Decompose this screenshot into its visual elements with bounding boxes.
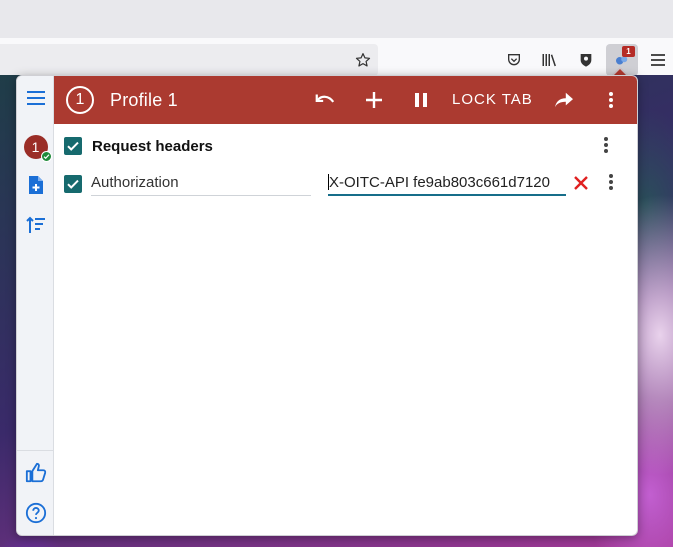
profile-title[interactable]: Profile 1 [110,90,178,111]
header-value-field[interactable]: X-OITC-API fe9ab803c661d7120 [328,172,566,196]
share-icon[interactable] [549,86,579,114]
profile-number: 1 [31,139,40,155]
menu-icon[interactable] [17,82,54,114]
sidebar-divider [17,450,54,451]
add-profile-icon[interactable] [17,169,54,201]
extension-popup: 1 1 Profile 1 LOCK TAB Request headers A… [16,75,638,536]
pause-icon[interactable] [406,86,436,114]
section-more-icon[interactable] [596,134,616,156]
add-icon[interactable] [359,86,389,114]
shield-extension-icon[interactable] [571,46,601,74]
library-icon[interactable] [535,46,565,74]
profile-number-badge[interactable]: 1 [66,86,94,114]
request-headers-checkbox[interactable] [64,137,82,155]
undo-icon[interactable] [310,86,340,114]
active-check-icon [40,151,52,162]
delete-row-icon[interactable] [569,171,593,195]
header-value-text: X-OITC-API fe9ab803c661d7120 [329,174,550,191]
extension-badge: 1 [622,46,635,57]
bookmark-star-icon[interactable] [348,46,378,74]
sort-icon[interactable] [17,209,54,241]
request-headers-label: Request headers [92,138,213,155]
profile-avatar: 1 [23,135,52,162]
header-row-checkbox[interactable] [64,175,82,193]
lock-tab-button[interactable]: LOCK TAB [452,91,533,108]
row-more-icon[interactable] [601,171,621,193]
help-icon[interactable] [17,497,54,529]
pocket-icon[interactable] [499,46,529,74]
sidebar-profile-1[interactable]: 1 [17,131,54,163]
header-name-field[interactable]: Authorization [91,172,311,196]
thumbs-up-icon[interactable] [17,457,54,489]
profile-header: 1 Profile 1 LOCK TAB [54,76,637,124]
hamburger-menu-icon[interactable] [643,46,673,74]
url-bar[interactable] [0,44,378,76]
more-options-icon[interactable] [596,86,626,114]
tab-strip [0,0,673,38]
sidebar: 1 [17,76,54,535]
